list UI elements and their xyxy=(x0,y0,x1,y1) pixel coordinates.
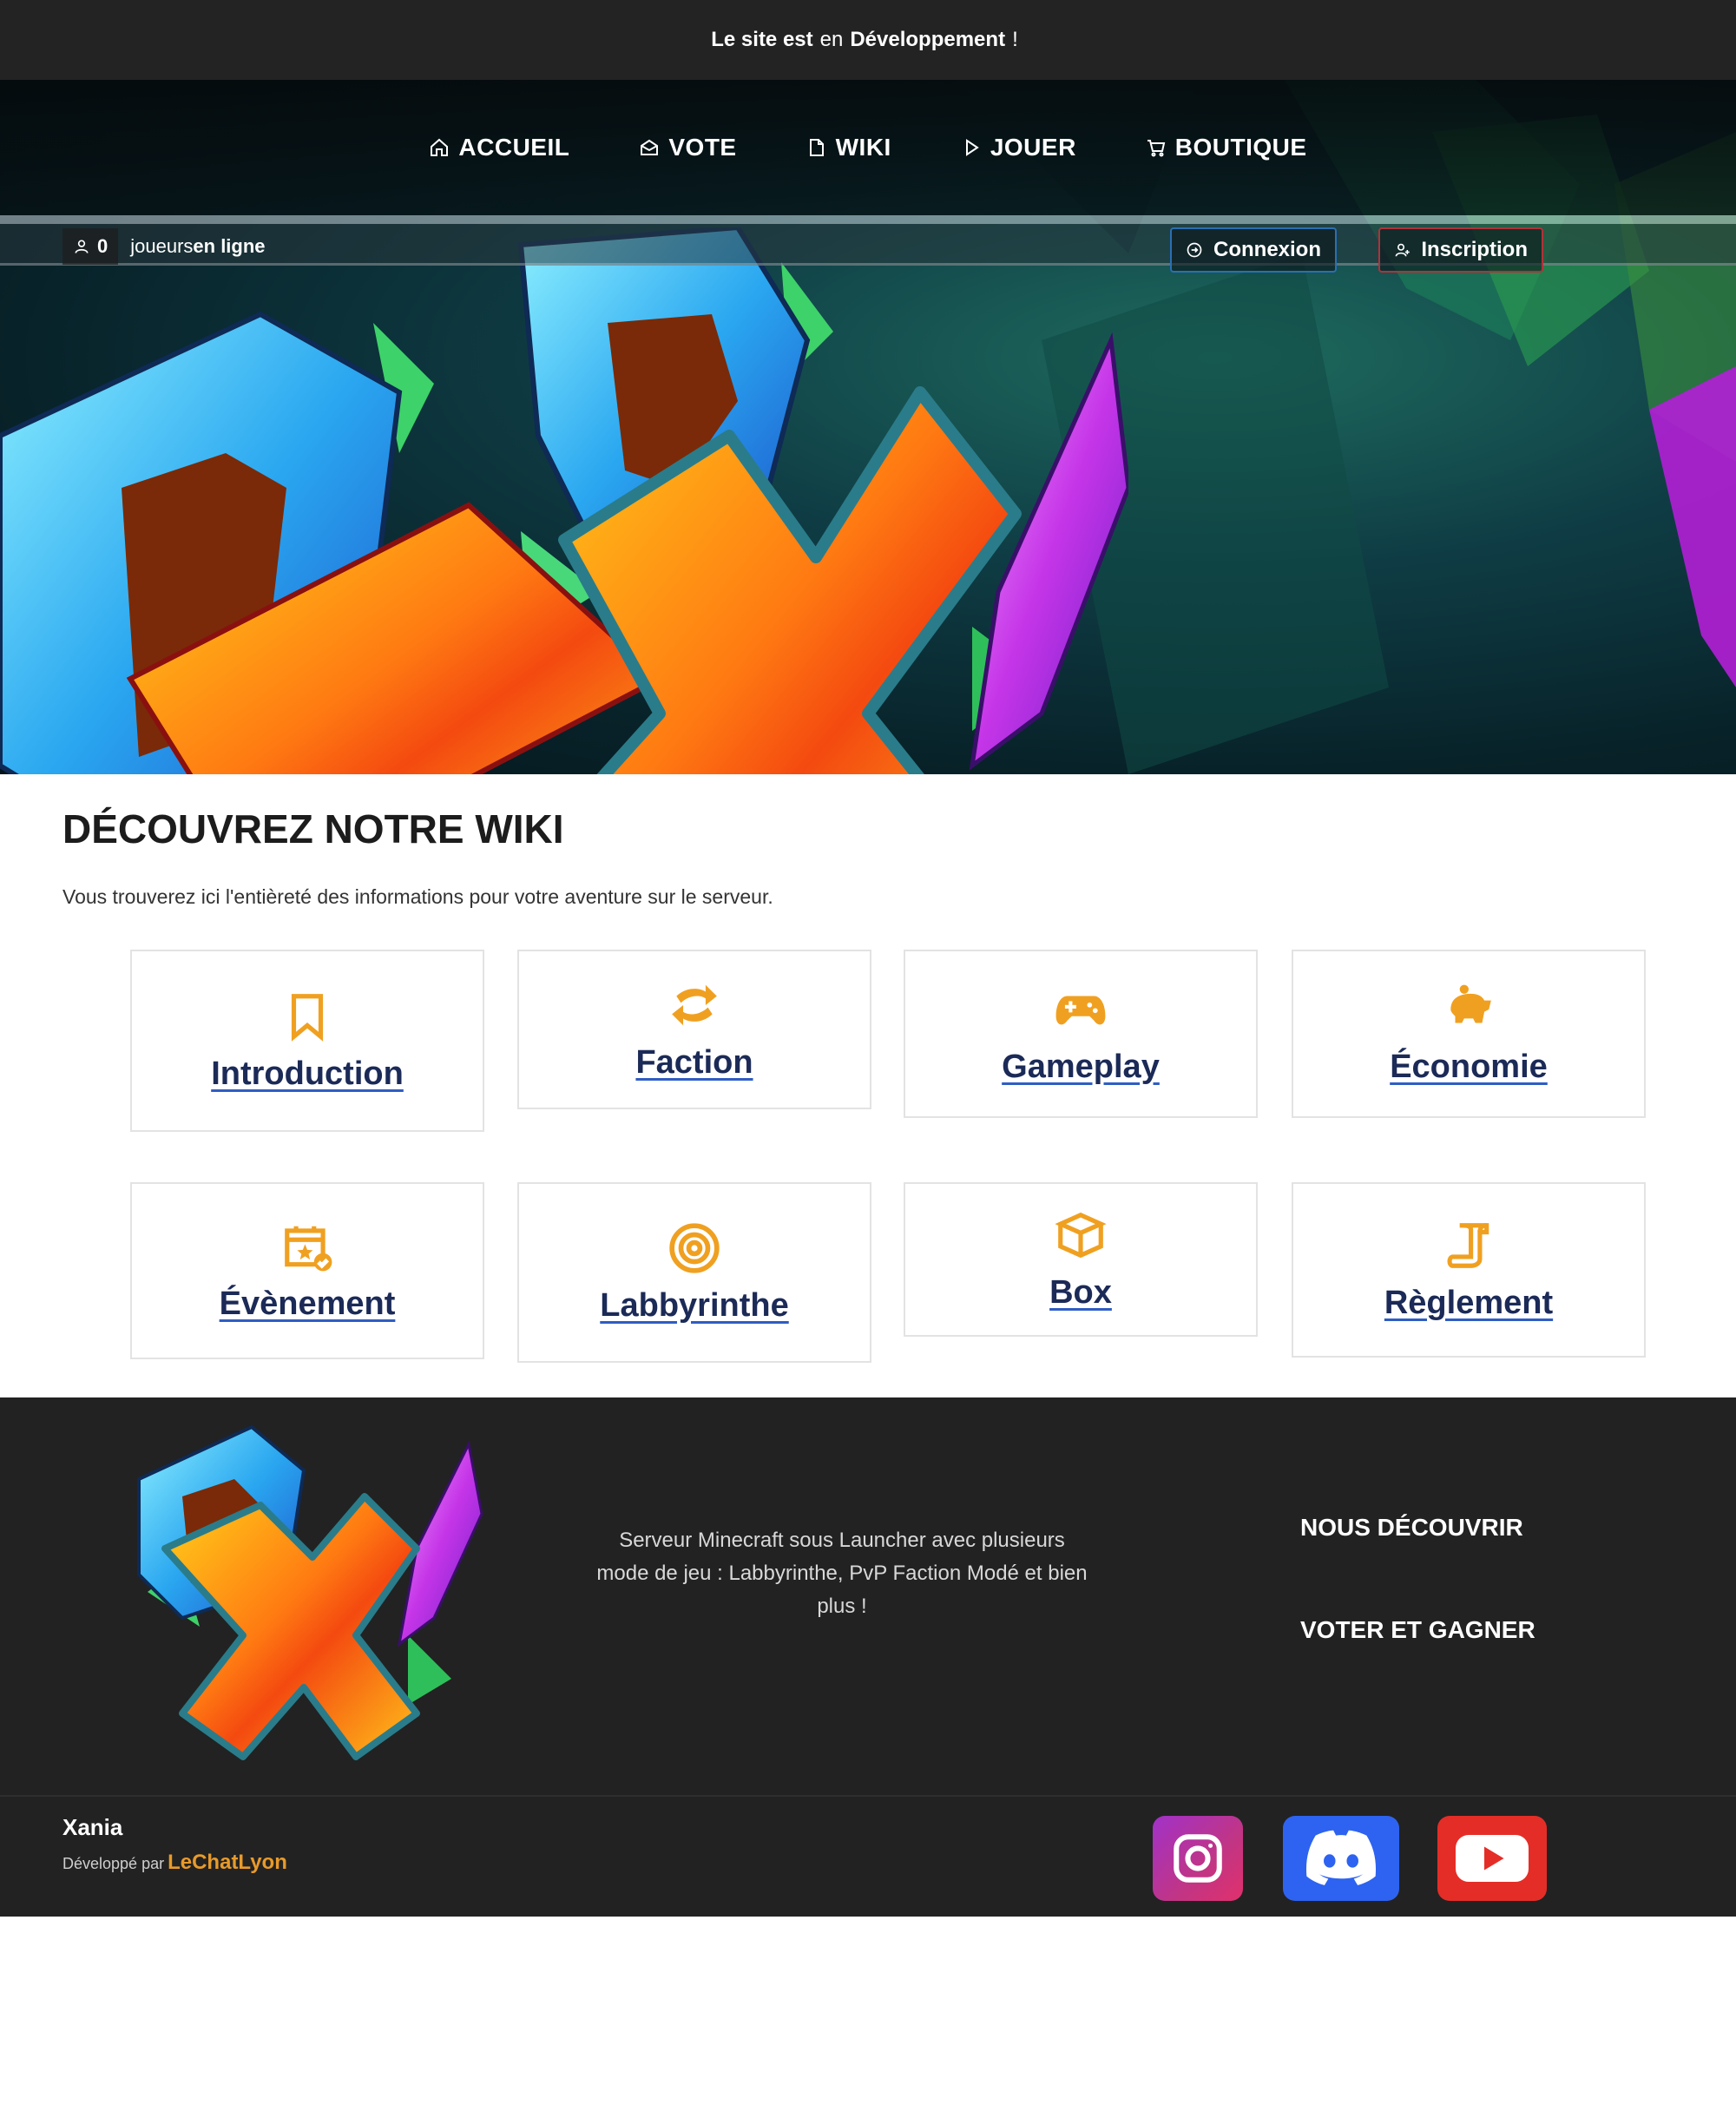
online-label: joueursen ligne xyxy=(130,235,265,258)
scroll-icon xyxy=(1447,1222,1489,1268)
footer-link-decouvrir[interactable]: NOUS DÉCOUVRIR xyxy=(1300,1514,1523,1542)
wiki-card-gameplay[interactable]: Gameplay xyxy=(904,950,1258,1118)
online-count-box: 0 xyxy=(62,228,119,265)
dev-banner-text: en xyxy=(819,28,844,51)
instagram-button[interactable] xyxy=(1153,1816,1243,1901)
developer-credit: Développé par LeChatLyon xyxy=(62,1851,287,1875)
wiki-card-label: Introduction xyxy=(211,1055,404,1092)
footer-link-voter[interactable]: VOTER ET GAGNER xyxy=(1300,1616,1535,1644)
nav-boutique[interactable]: BOUTIQUE xyxy=(1146,134,1307,161)
swap-icon xyxy=(672,984,717,1025)
youtube-button[interactable] xyxy=(1437,1816,1547,1901)
nav-label: VOTE xyxy=(668,134,737,161)
gamepad-icon xyxy=(1055,996,1106,1024)
wiki-card-faction[interactable]: Faction xyxy=(517,950,871,1109)
login-button[interactable]: Connexion xyxy=(1170,227,1337,273)
target-icon xyxy=(669,1222,720,1273)
vote-icon xyxy=(641,139,659,155)
author-link[interactable]: LeChatLyon xyxy=(168,1851,287,1874)
nav-jouer[interactable]: JOUER xyxy=(961,134,1076,161)
dev-banner: Le site est en Développement ! xyxy=(0,0,1736,80)
register-button[interactable]: Inscription xyxy=(1378,227,1543,273)
wiki-card-label: Box xyxy=(1049,1273,1112,1311)
online-label-b: en ligne xyxy=(193,235,266,257)
nav-label: JOUER xyxy=(990,134,1076,161)
wiki-card-economie[interactable]: Économie xyxy=(1292,950,1646,1118)
wiki-card-box[interactable]: Box xyxy=(904,1182,1258,1337)
hero-banner: ACCUEIL VOTE WIKI JOUER BOUTIQUE 0 joueu… xyxy=(0,80,1736,774)
wiki-card-labbyrinthe[interactable]: Labbyrinthe xyxy=(517,1182,871,1363)
wiki-card-label: Faction xyxy=(635,1043,753,1081)
play-icon xyxy=(965,139,979,156)
dev-banner-text: Le site est xyxy=(711,28,813,51)
footer-logo xyxy=(137,1424,483,1760)
online-players: 0 joueursen ligne xyxy=(62,227,266,266)
dev-banner-text: Développement xyxy=(850,28,1006,51)
online-label-a: joueurs xyxy=(130,235,194,257)
main-nav: ACCUEIL VOTE WIKI JOUER BOUTIQUE xyxy=(0,80,1736,215)
nav-wiki[interactable]: WIKI xyxy=(806,134,891,161)
wiki-card-introduction[interactable]: Introduction xyxy=(130,950,484,1132)
online-count: 0 xyxy=(97,235,108,257)
wiki-card-label: Labbyrinthe xyxy=(600,1286,789,1324)
discord-button[interactable] xyxy=(1283,1816,1399,1901)
youtube-icon xyxy=(1456,1835,1529,1882)
bookmark-icon xyxy=(291,993,324,1042)
nav-accueil[interactable]: ACCUEIL xyxy=(429,134,569,161)
register-label: Inscription xyxy=(1421,238,1528,261)
wiki-card-evenement[interactable]: Évènement xyxy=(130,1182,484,1359)
dev-banner-text: ! xyxy=(1012,28,1018,51)
document-icon xyxy=(809,139,824,156)
user-add-icon xyxy=(1395,243,1410,257)
login-label: Connexion xyxy=(1213,238,1321,261)
developed-by-text: Développé par xyxy=(62,1855,165,1872)
nav-label: ACCUEIL xyxy=(458,134,570,161)
login-icon xyxy=(1187,242,1202,258)
nav-label: WIKI xyxy=(835,134,891,161)
calendar-check-icon xyxy=(285,1226,332,1271)
nav-label: BOUTIQUE xyxy=(1174,134,1307,161)
nav-vote[interactable]: VOTE xyxy=(639,134,736,161)
wiki-card-reglement[interactable]: Règlement xyxy=(1292,1182,1646,1358)
user-icon xyxy=(75,240,89,253)
wiki-card-label: Règlement xyxy=(1384,1284,1554,1321)
footer-description: Serveur Minecraft sous Launcher avec plu… xyxy=(596,1529,1088,1618)
server-logo xyxy=(0,227,1128,774)
instagram-icon xyxy=(1174,1834,1222,1883)
home-icon xyxy=(431,138,449,156)
wiki-card-label: Évènement xyxy=(219,1285,396,1322)
box-icon xyxy=(1055,1212,1107,1258)
nav-divider xyxy=(0,215,1736,224)
page-title: DÉCOUVREZ NOTRE WIKI xyxy=(62,806,564,852)
wiki-card-label: Gameplay xyxy=(1002,1048,1160,1085)
wiki-card-label: Économie xyxy=(1390,1048,1548,1085)
discord-icon xyxy=(1305,1830,1377,1885)
piggy-bank-icon xyxy=(1450,984,1491,1023)
brand-name: Xania xyxy=(62,1814,123,1840)
cart-icon xyxy=(1147,140,1166,157)
page-description: Vous trouverez ici l'entièreté des infor… xyxy=(62,885,773,908)
